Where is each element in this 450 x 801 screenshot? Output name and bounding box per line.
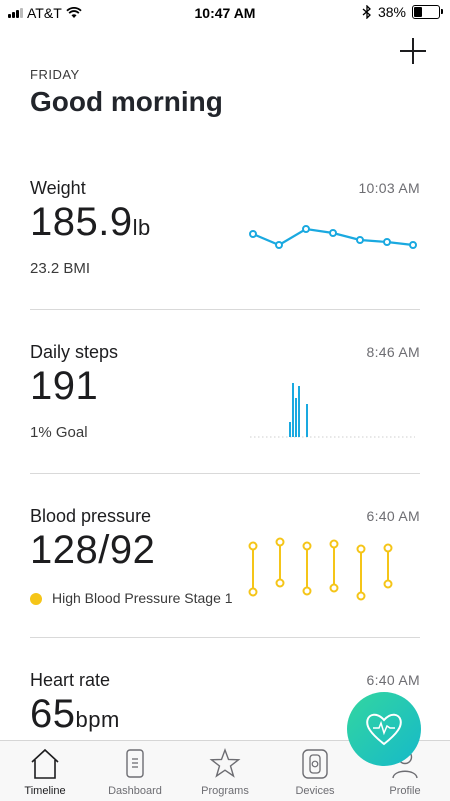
steps-goal: 1% Goal — [30, 424, 88, 441]
heart-unit: bpm — [75, 707, 120, 732]
weight-title: Weight — [30, 178, 86, 198]
tab-label: Programs — [201, 785, 249, 797]
heart-number: 65 — [30, 692, 76, 736]
tab-programs[interactable]: Programs — [180, 741, 270, 801]
tab-label: Devices — [295, 785, 335, 797]
home-icon — [31, 748, 59, 779]
weight-unit: lb — [132, 215, 151, 240]
bluetooth-icon — [362, 5, 371, 19]
tab-label: Dashboard — [108, 785, 162, 797]
steps-time: 8:46 AM — [366, 344, 420, 360]
steps-value: 191 — [30, 364, 99, 408]
watch-icon — [302, 749, 328, 779]
bp-category-label: High Blood Pressure Stage 1 — [52, 590, 233, 606]
tab-dashboard[interactable]: Dashboard — [90, 741, 180, 801]
weight-value: 185.9lb — [30, 200, 151, 245]
status-dot — [30, 593, 42, 606]
bp-time: 6:40 AM — [366, 508, 420, 524]
status-bar: AT&T 10:47 AM 38% — [0, 0, 450, 26]
divider — [30, 473, 420, 474]
bp-category: High Blood Pressure Stage 1 — [30, 590, 233, 606]
weight-number: 185.9 — [30, 200, 133, 244]
tab-timeline[interactable]: Timeline — [0, 741, 90, 801]
battery-percent: 38% — [377, 4, 406, 20]
heart-rate-fab[interactable] — [347, 692, 421, 766]
heart-value: 65bpm — [30, 692, 120, 737]
bp-title: Blood pressure — [30, 506, 152, 526]
battery-icon — [412, 5, 443, 19]
dashboard-icon — [126, 749, 144, 778]
page-title: Good morning — [30, 86, 223, 117]
heart-title: Heart rate — [30, 670, 111, 690]
steps-title: Daily steps — [30, 342, 119, 362]
add-button[interactable] — [400, 38, 426, 64]
day-label: FRIDAY — [30, 67, 80, 82]
tab-label: Profile — [389, 785, 421, 797]
bp-value: 128/92 — [30, 528, 156, 572]
star-icon — [209, 747, 241, 778]
tab-devices[interactable]: Devices — [270, 741, 360, 801]
heart-icon — [366, 713, 402, 746]
heart-time: 6:40 AM — [366, 672, 420, 688]
tab-label: Timeline — [24, 785, 66, 797]
steps-card[interactable]: Daily steps 8:46 AM 191 1% Goal — [30, 342, 420, 452]
weight-trend-chart — [249, 225, 417, 249]
weight-card[interactable]: Weight 10:03 AM 185.9lb 23.2 BMI — [30, 178, 420, 288]
divider — [30, 637, 420, 638]
bp-range-chart — [248, 537, 393, 601]
blood-pressure-card[interactable]: Blood pressure 6:40 AM 128/92 High Blood… — [30, 506, 420, 618]
weight-bmi: 23.2 BMI — [30, 260, 91, 277]
divider — [30, 309, 420, 310]
steps-bar-chart — [250, 383, 415, 438]
weight-time: 10:03 AM — [358, 180, 420, 196]
